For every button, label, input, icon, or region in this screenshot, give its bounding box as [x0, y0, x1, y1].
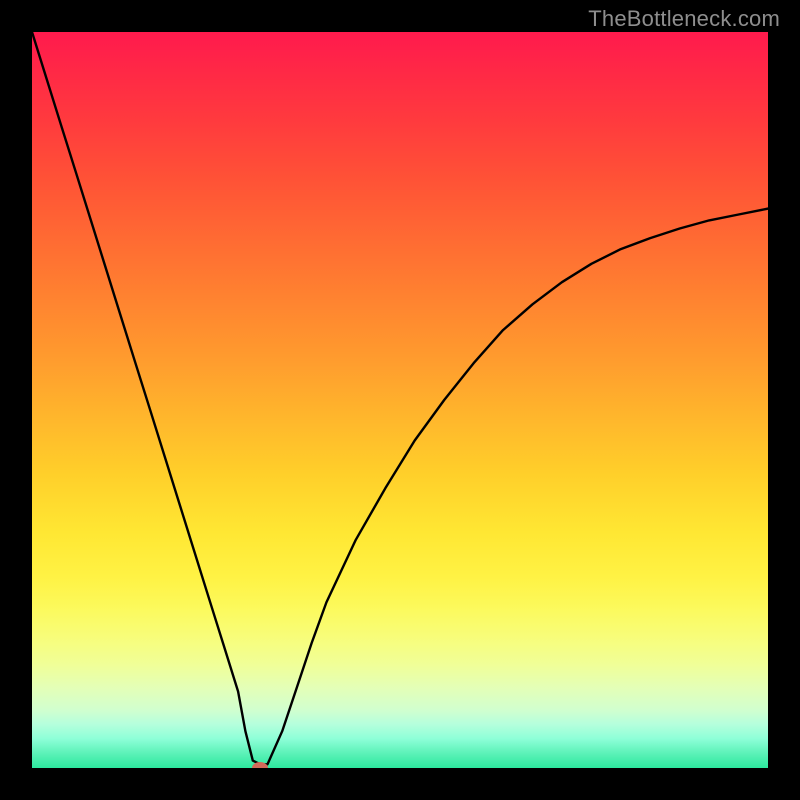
optimum-marker — [252, 762, 268, 768]
bottleneck-curve — [32, 32, 768, 768]
watermark-text: TheBottleneck.com — [588, 6, 780, 32]
chart-frame: TheBottleneck.com — [0, 0, 800, 800]
plot-area — [32, 32, 768, 768]
